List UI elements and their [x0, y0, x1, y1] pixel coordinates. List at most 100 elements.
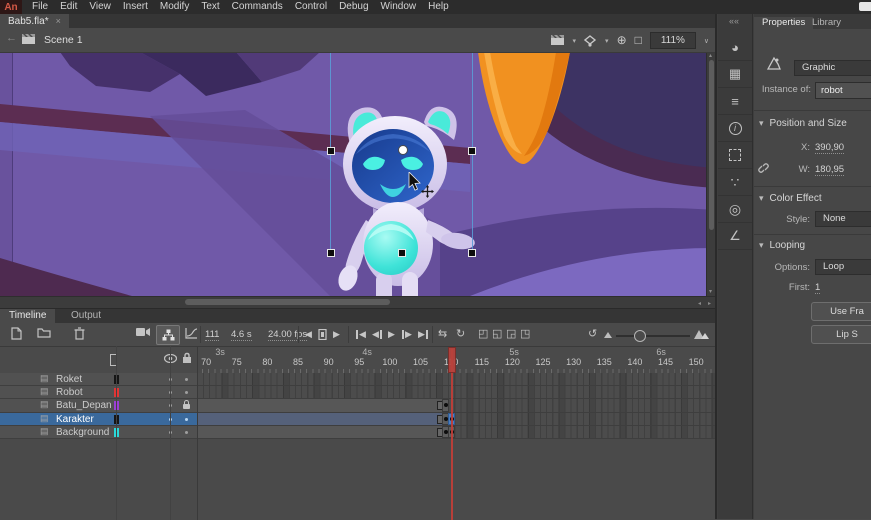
onion-marker-back-button[interactable]: ◀	[305, 329, 312, 340]
menu-view[interactable]: View	[83, 0, 117, 14]
onion-marker-range-icon[interactable]	[318, 329, 327, 340]
frames-batu_depan[interactable]	[197, 399, 715, 412]
clip-content-icon[interactable]	[635, 31, 642, 50]
lock-column-icon[interactable]	[182, 352, 192, 364]
loop-playback-button[interactable]	[456, 327, 465, 341]
tab-timeline[interactable]: Timeline	[0, 309, 55, 323]
layer-lock-dot[interactable]	[185, 431, 188, 434]
edit-symbols-icon[interactable]	[584, 35, 597, 47]
tab-library[interactable]: Library	[804, 17, 849, 29]
keyframe[interactable]	[442, 399, 449, 411]
onion-skin-outlines-button[interactable]	[492, 327, 502, 341]
w-value[interactable]: 180,95	[815, 164, 844, 176]
elapsed-time-field[interactable]: 4.6 s	[231, 329, 252, 341]
selection-handle-bottom-left[interactable]	[327, 249, 335, 257]
selection-handle-left[interactable]	[327, 147, 335, 155]
x-value[interactable]: 390,90	[815, 142, 844, 154]
tab-output[interactable]: Output	[62, 309, 110, 323]
edit-multiple-frames-button[interactable]	[506, 327, 516, 341]
frames-karakter[interactable]	[197, 413, 715, 426]
go-to-last-frame-button[interactable]: ▶	[418, 329, 428, 340]
instance-name-field[interactable]	[815, 82, 871, 99]
menu-file[interactable]: File	[26, 0, 54, 14]
frame-rate-field[interactable]: 24.00 fps	[268, 329, 307, 341]
frames-background[interactable]	[197, 426, 715, 439]
onion-skin-button[interactable]	[478, 327, 488, 341]
playhead-marker[interactable]	[448, 347, 456, 373]
palette-icon[interactable]	[718, 34, 752, 61]
transformation-point[interactable]	[398, 145, 408, 155]
selection-handle-bottom-right[interactable]	[468, 249, 476, 257]
lip-syncing-button[interactable]: Lip S	[811, 325, 871, 344]
play-button[interactable]: ▶	[388, 329, 395, 340]
graph-icon[interactable]	[718, 223, 752, 250]
center-frame-button[interactable]	[438, 327, 447, 341]
delete-layer-button[interactable]	[74, 327, 85, 340]
zoom-dropdown-icon[interactable]: ∨	[704, 37, 709, 45]
layer-batu_depan[interactable]: Batu_Depan	[0, 399, 197, 412]
layer-robot[interactable]: Robot	[0, 386, 197, 399]
robot-character[interactable]	[328, 102, 478, 296]
swatches-icon[interactable]	[718, 61, 752, 88]
new-layer-button[interactable]	[10, 327, 23, 340]
frame-size-slider[interactable]	[616, 335, 690, 337]
transform-icon[interactable]	[718, 142, 752, 169]
show-parenting-view-button[interactable]	[156, 325, 180, 345]
document-tab[interactable]: Bab5.fla* ×	[0, 14, 69, 28]
modify-markers-button[interactable]	[520, 327, 530, 341]
layer-lock-dot[interactable]	[185, 378, 188, 381]
layer-background[interactable]: Background	[0, 426, 197, 439]
stage-vertical-scrollbar-thumb[interactable]	[709, 60, 714, 230]
frames-roket[interactable]	[197, 373, 715, 386]
first-frame-value[interactable]: 1	[815, 282, 820, 294]
frames-area[interactable]	[197, 373, 715, 439]
zoom-level-field[interactable]: 111%	[650, 32, 696, 49]
zoom-out-frames-icon[interactable]	[604, 332, 612, 338]
menu-modify[interactable]: Modify	[154, 0, 195, 14]
selection-handle-right[interactable]	[468, 147, 476, 155]
menu-help[interactable]: Help	[422, 0, 455, 14]
menu-debug[interactable]: Debug	[333, 0, 374, 14]
symbol-behavior-dropdown[interactable]: Graphic	[794, 60, 871, 76]
layer-roket[interactable]: Roket	[0, 373, 197, 386]
menu-edit[interactable]: Edit	[54, 0, 83, 14]
stage-horizontal-scrollbar[interactable]: ◂ ▸	[0, 296, 715, 308]
layer-lock-dot[interactable]	[185, 391, 188, 394]
center-stage-icon[interactable]	[617, 31, 627, 50]
menu-control[interactable]: Control	[289, 0, 333, 14]
cc-icon[interactable]	[718, 196, 752, 223]
scroll-left-icon[interactable]: ◂	[698, 300, 701, 307]
particles-icon[interactable]	[718, 169, 752, 196]
collapse-panels-icon[interactable]	[729, 16, 739, 26]
step-back-button[interactable]: ◀	[372, 329, 382, 340]
new-folder-button[interactable]	[37, 327, 51, 338]
info-icon[interactable]	[718, 115, 752, 142]
selection-handle-bottom-center[interactable]	[398, 249, 406, 257]
scroll-right-icon[interactable]: ▸	[708, 300, 711, 307]
zoom-in-frames-icon[interactable]	[701, 333, 709, 339]
onion-marker-forward-button[interactable]: ▶	[333, 329, 340, 340]
edit-scene-dropdown-icon[interactable]: ▾	[573, 37, 577, 45]
scroll-up-icon[interactable]: ▴	[709, 52, 712, 59]
back-arrow-icon[interactable]	[6, 32, 17, 44]
stage[interactable]	[0, 52, 715, 296]
timeline-ruler[interactable]: 3s4s5s6s 7075808590951001051101151201251…	[0, 346, 715, 374]
edit-scene-icon[interactable]	[551, 35, 565, 46]
playhead-line[interactable]	[451, 349, 453, 520]
menu-window[interactable]: Window	[375, 0, 423, 14]
layer-lock-dot[interactable]	[185, 418, 188, 421]
menu-insert[interactable]: Insert	[117, 0, 154, 14]
scroll-down-icon[interactable]: ▾	[709, 288, 712, 295]
section-color-effect[interactable]: Color Effect	[759, 193, 822, 204]
layer-lock-icon[interactable]	[183, 404, 190, 409]
section-looping[interactable]: Looping	[759, 240, 805, 251]
workspace-button-partial[interactable]	[859, 2, 871, 11]
graph-editor-button[interactable]	[185, 327, 198, 339]
align-icon[interactable]	[718, 88, 752, 115]
style-dropdown[interactable]: None	[815, 211, 871, 227]
layer-karakter[interactable]: Karakter	[0, 413, 197, 426]
edit-symbols-dropdown-icon[interactable]: ▾	[605, 37, 609, 45]
stage-horizontal-scrollbar-thumb[interactable]	[185, 299, 390, 305]
go-to-first-frame-button[interactable]: ◀	[356, 329, 366, 340]
menu-commands[interactable]: Commands	[226, 0, 289, 14]
